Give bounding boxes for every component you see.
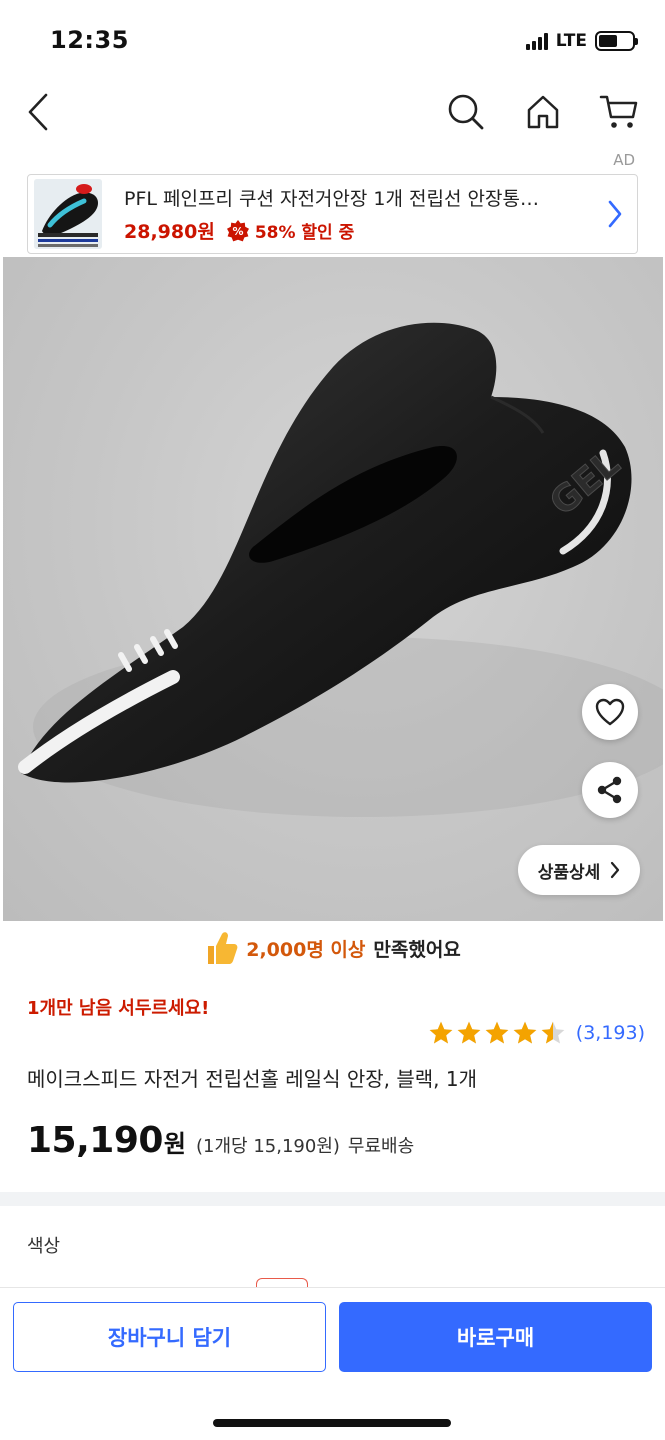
product-price: 15,190 (27, 1120, 163, 1161)
search-icon[interactable] (444, 90, 488, 134)
shipping-info: 무료배송 (347, 1136, 415, 1157)
status-bar: 12:35 LTE (0, 0, 665, 80)
status-time: 12:35 (50, 26, 129, 54)
price-per-unit: (1개당 15,190원) (196, 1136, 340, 1157)
top-nav (0, 80, 665, 144)
ad-title: PFL 페인프리 쿠션 자전거안장 1개 전립선 안장통… (124, 188, 539, 210)
ad-discount: 58% 할인 중 (254, 223, 355, 243)
product-image[interactable]: GEL 상품상세 (3, 257, 663, 921)
star-icon (541, 1021, 565, 1044)
star-icon (513, 1021, 537, 1044)
home-icon[interactable] (521, 90, 565, 134)
chevron-right-icon (607, 199, 623, 233)
buy-now-button[interactable]: 바로구매 (339, 1302, 652, 1372)
battery-level (599, 35, 617, 47)
chevron-right-icon (611, 861, 620, 879)
ad-banner[interactable]: PFL 페인프리 쿠션 자전거안장 1개 전립선 안장통… 28,980원 % … (27, 174, 638, 254)
cart-icon[interactable] (597, 90, 641, 134)
satisfaction-banner: 2,000명 이상 만족했어요 (0, 928, 665, 968)
satisfaction-highlight: 2,000명 이상 (246, 938, 366, 961)
share-icon (597, 776, 622, 804)
star-icon (457, 1021, 481, 1044)
thumbs-up-icon (208, 932, 238, 964)
bottom-action-bar: 장바구니 담기 바로구매 (0, 1287, 665, 1440)
ad-label: AD (613, 151, 635, 169)
network-type: LTE (555, 31, 587, 51)
star-icon (429, 1021, 453, 1044)
signal-icon (525, 32, 548, 50)
section-divider (0, 1192, 665, 1206)
satisfaction-tail: 만족했어요 (373, 938, 461, 961)
product-detail-label: 상품상세 (537, 862, 601, 883)
product-title: 메이크스피드 자전거 전립선홀 레일식 안장, 블랙, 1개 (27, 1067, 477, 1091)
add-to-cart-button[interactable]: 장바구니 담기 (13, 1302, 326, 1372)
status-indicators: LTE (525, 30, 638, 52)
price-row: 15,190 원 (1개당 15,190원) 무료배송 (27, 1120, 414, 1161)
wishlist-button[interactable] (582, 684, 638, 740)
star-icon (485, 1021, 509, 1044)
heart-icon (595, 698, 625, 726)
product-detail-button[interactable]: 상품상세 (518, 845, 640, 895)
ad-price: 28,980원 (124, 221, 215, 243)
rating-stars (428, 1020, 566, 1046)
back-icon[interactable] (16, 90, 60, 134)
discount-badge-icon: % (226, 219, 249, 241)
rating-count[interactable]: (3,193) (576, 1022, 645, 1044)
option-label-color: 색상 (27, 1236, 61, 1257)
home-indicator (213, 1419, 451, 1427)
share-button[interactable] (582, 762, 638, 818)
product-rating[interactable]: (3,193) (428, 1020, 645, 1046)
discount-badge-symbol: % (232, 225, 243, 238)
battery-icon (595, 31, 638, 51)
price-currency: 원 (163, 1130, 187, 1158)
stock-urgency: 1개만 남음 서두르세요! (27, 998, 210, 1019)
bike-saddle-image: GEL (18, 322, 663, 817)
ad-thumbnail (34, 179, 102, 249)
